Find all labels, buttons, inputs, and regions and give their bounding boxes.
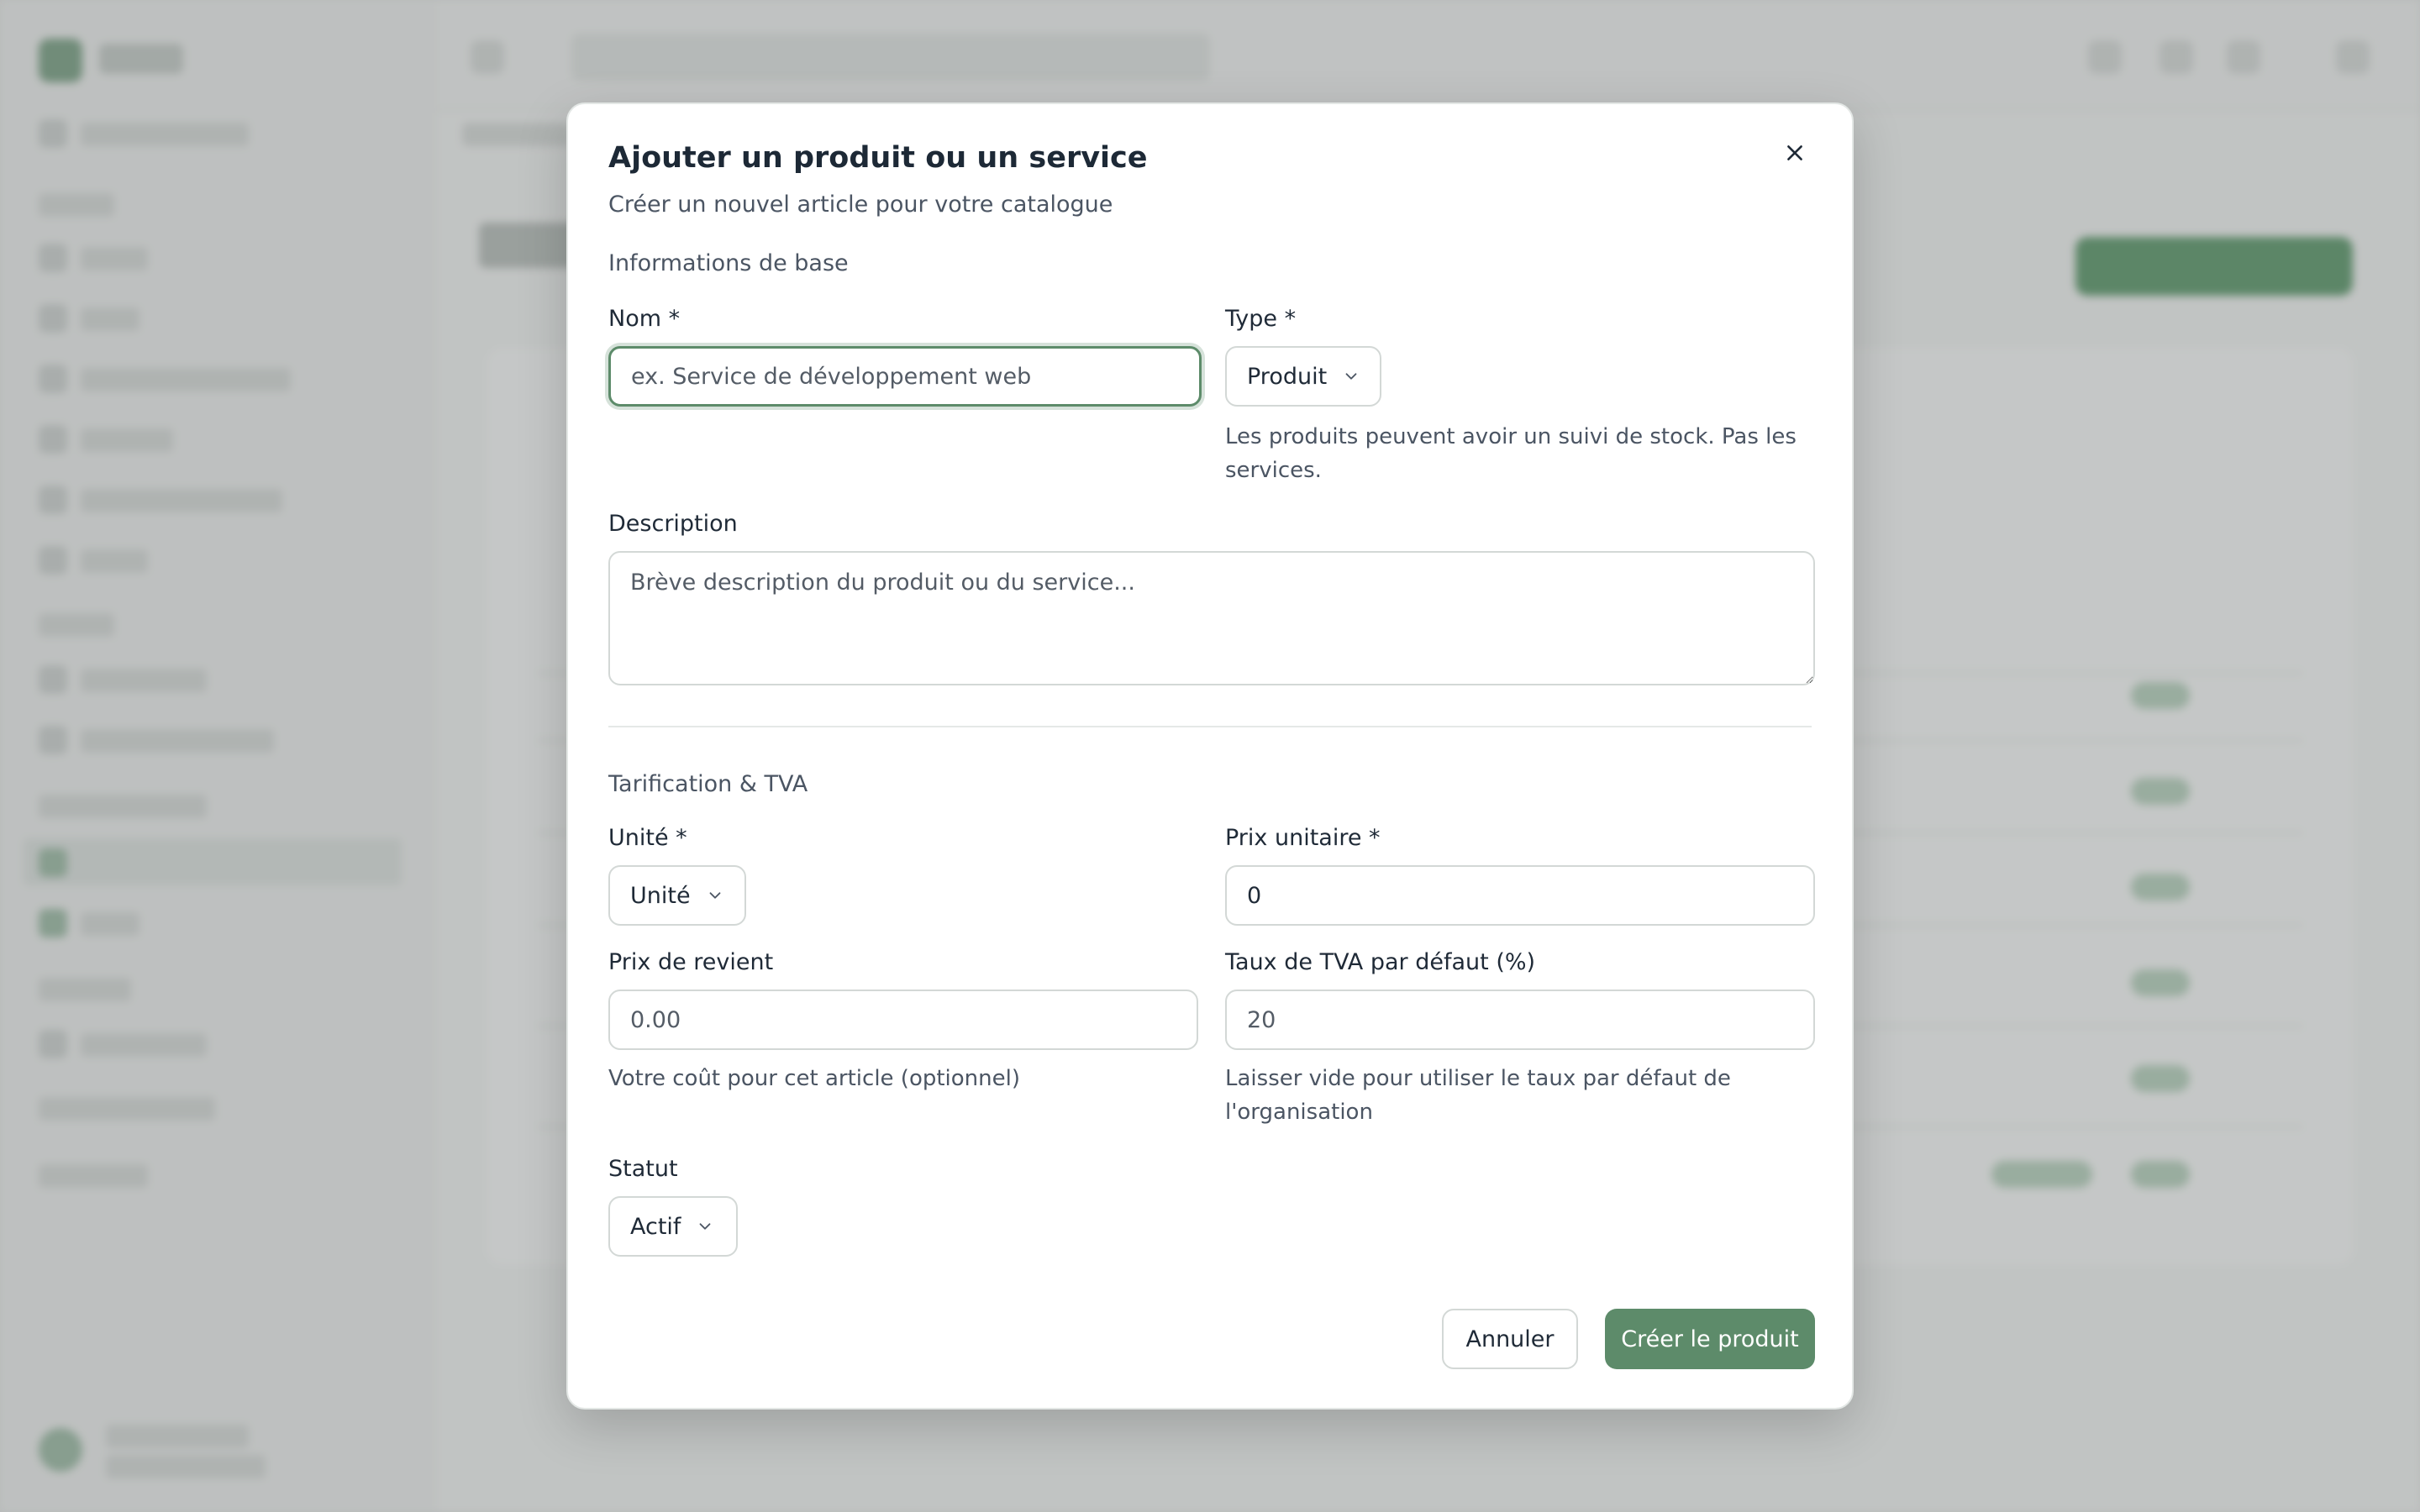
chevron-down-icon	[1342, 367, 1360, 386]
add-product-dialog: Ajouter un produit ou un service Créer u…	[566, 102, 1854, 1410]
unit-label: Unité *	[608, 825, 687, 851]
type-label: Type *	[1225, 306, 1297, 332]
status-select[interactable]: Actif	[608, 1196, 738, 1257]
section-title-pricing: Tarification & TVA	[608, 771, 808, 797]
cost-price-label: Prix de revient	[608, 949, 774, 975]
chevron-down-icon	[706, 886, 724, 905]
description-label: Description	[608, 511, 738, 537]
unit-select[interactable]: Unité	[608, 865, 746, 926]
create-product-button[interactable]: Créer le produit	[1605, 1309, 1815, 1369]
status-select-value: Actif	[630, 1213, 681, 1240]
cancel-button[interactable]: Annuler	[1442, 1309, 1578, 1369]
status-label: Statut	[608, 1156, 678, 1182]
dialog-subtitle: Créer un nouvel article pour votre catal…	[608, 192, 1113, 218]
cost-price-input[interactable]	[608, 990, 1198, 1050]
dialog-title: Ajouter un produit ou un service	[608, 141, 1148, 175]
vat-rate-label: Taux de TVA par défaut (%)	[1225, 949, 1536, 975]
type-select-value: Produit	[1247, 363, 1328, 390]
unit-select-value: Unité	[630, 882, 691, 909]
unit-price-label: Prix unitaire *	[1225, 825, 1381, 851]
type-help-text: Les produits peuvent avoir un suivi de s…	[1225, 424, 1797, 483]
section-divider	[608, 726, 1812, 727]
section-title-basic-info: Informations de base	[608, 250, 849, 276]
unit-price-input[interactable]	[1225, 865, 1815, 926]
close-button[interactable]	[1771, 129, 1818, 176]
cost-price-help-text: Votre coût pour cet article (optionnel)	[608, 1066, 1021, 1091]
vat-rate-input[interactable]	[1225, 990, 1815, 1050]
name-label: Nom *	[608, 306, 681, 332]
chevron-down-icon	[696, 1217, 714, 1236]
description-textarea[interactable]	[608, 551, 1815, 685]
vat-rate-help-text: Laisser vide pour utiliser le taux par d…	[1225, 1066, 1731, 1125]
type-select[interactable]: Produit	[1225, 346, 1381, 407]
name-input[interactable]	[608, 346, 1202, 407]
close-icon	[1787, 145, 1802, 160]
